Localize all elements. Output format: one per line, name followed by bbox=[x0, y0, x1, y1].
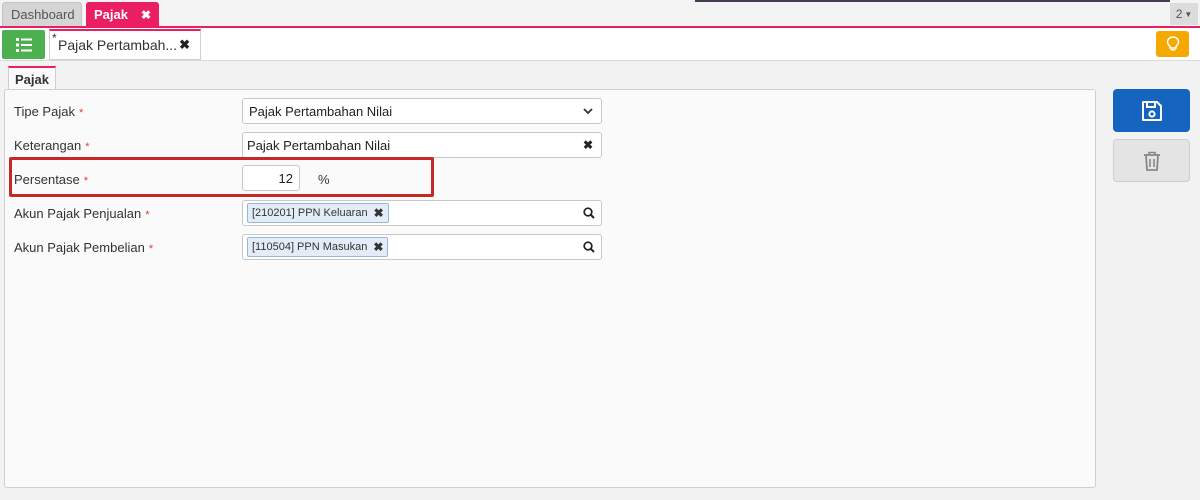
clear-icon[interactable]: ✖ bbox=[583, 138, 593, 152]
remove-chip-icon[interactable]: ✖ bbox=[373, 240, 383, 254]
chevron-down-icon: ▼ bbox=[1184, 9, 1193, 19]
menu-button[interactable] bbox=[2, 30, 45, 59]
modified-marker: * bbox=[52, 31, 57, 45]
required-marker: * bbox=[85, 141, 90, 153]
tax-form-panel: Tipe Pajak * Pajak Pertambahan Nilai Kete… bbox=[4, 89, 1096, 488]
keterangan-label-text: Keterangan bbox=[14, 138, 82, 153]
akun-pajak-pembelian-lookup[interactable]: [110504] PPN Masukan ✖ bbox=[242, 234, 602, 260]
tab-pajak[interactable]: Pajak ✖ bbox=[86, 2, 159, 27]
doc-tab-label: Pajak Pertambah... bbox=[58, 37, 178, 53]
main-tab-bar: Dashboard Pajak ✖ 2 ▼ bbox=[0, 0, 1200, 28]
required-marker: * bbox=[78, 107, 84, 119]
remove-chip-icon[interactable]: ✖ bbox=[374, 206, 384, 220]
search-icon[interactable] bbox=[583, 207, 595, 219]
decorative-strip bbox=[695, 0, 1170, 2]
close-icon[interactable]: ✖ bbox=[141, 8, 151, 22]
section-tab-label: Pajak bbox=[15, 71, 49, 87]
window-count-dropdown[interactable]: 2 ▼ bbox=[1170, 3, 1198, 25]
keterangan-value: Pajak Pertambahan Nilai bbox=[247, 137, 391, 153]
tipe-pajak-label-text: Tipe Pajak bbox=[14, 104, 75, 119]
delete-button[interactable] bbox=[1113, 139, 1190, 182]
close-icon[interactable]: ✖ bbox=[179, 37, 190, 53]
required-marker: * bbox=[148, 243, 154, 255]
account-chip-label: [110504] PPN Masukan bbox=[252, 241, 368, 253]
lightbulb-icon bbox=[1166, 36, 1179, 51]
list-icon bbox=[15, 37, 32, 52]
window-count-value: 2 bbox=[1175, 7, 1183, 21]
trash-icon bbox=[1143, 151, 1160, 171]
hint-button[interactable] bbox=[1156, 31, 1189, 57]
account-chip-label: [210201] PPN Keluaran bbox=[252, 207, 368, 219]
required-marker: * bbox=[145, 209, 150, 221]
chevron-down-icon bbox=[583, 108, 593, 114]
search-icon[interactable] bbox=[583, 241, 595, 253]
tab-pajak-section[interactable]: Pajak bbox=[8, 66, 56, 90]
tab-pajak-pertambahan[interactable]: * Pajak Pertambah... ✖ bbox=[49, 29, 201, 60]
akun-pembelian-label-text: Akun Pajak Pembelian bbox=[14, 240, 145, 255]
keterangan-input[interactable]: Pajak Pertambahan Nilai ✖ bbox=[242, 132, 602, 158]
tab-dashboard-label: Dashboard bbox=[11, 7, 75, 22]
tipe-pajak-value: Pajak Pertambahan Nilai bbox=[249, 103, 393, 119]
tab-pajak-label: Pajak bbox=[94, 7, 128, 22]
floppy-disk-icon bbox=[1141, 100, 1162, 121]
document-tab-bar: * Pajak Pertambah... ✖ bbox=[0, 28, 1200, 61]
tipe-pajak-select[interactable]: Pajak Pertambahan Nilai bbox=[242, 98, 602, 124]
tipe-pajak-label: Tipe Pajak * bbox=[14, 104, 83, 119]
akun-pajak-penjualan-label: Akun Pajak Penjualan * bbox=[14, 206, 149, 221]
highlight-annotation bbox=[9, 157, 434, 197]
akun-pajak-pembelian-label: Akun Pajak Pembelian * bbox=[14, 240, 153, 255]
keterangan-label: Keterangan * bbox=[14, 138, 90, 153]
akun-penjualan-label-text: Akun Pajak Penjualan bbox=[14, 206, 142, 221]
tab-dashboard[interactable]: Dashboard bbox=[2, 2, 82, 27]
account-chip: [110504] PPN Masukan ✖ bbox=[247, 237, 389, 257]
akun-pajak-penjualan-lookup[interactable]: [210201] PPN Keluaran ✖ bbox=[242, 200, 602, 226]
save-button[interactable] bbox=[1113, 89, 1190, 132]
account-chip: [210201] PPN Keluaran ✖ bbox=[247, 203, 389, 223]
